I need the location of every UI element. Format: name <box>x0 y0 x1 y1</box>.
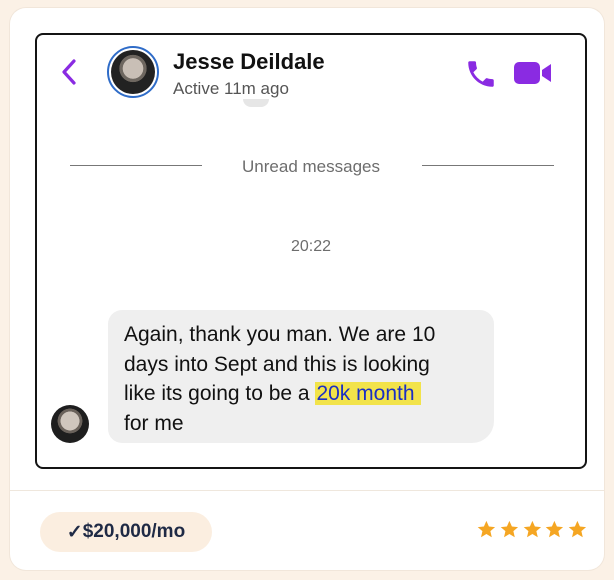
message-timestamp: 20:22 <box>290 238 332 255</box>
message-line: days into Sept and this is looking <box>124 352 430 376</box>
avatar[interactable] <box>107 46 159 98</box>
chevron-left-icon[interactable] <box>58 59 80 85</box>
previous-message-edge <box>243 99 269 107</box>
star-rating <box>476 519 588 541</box>
star-icon <box>523 520 541 538</box>
earnings-badge: ✓ $20,000/mo <box>40 512 212 552</box>
phone-icon[interactable] <box>464 57 498 91</box>
message-line: for me <box>124 411 184 435</box>
message-text: like its going to be a <box>124 382 316 405</box>
star-icon <box>500 520 518 538</box>
sender-avatar <box>51 405 89 443</box>
video-camera-icon[interactable] <box>513 59 553 87</box>
contact-name: Jesse Deildale <box>173 49 325 74</box>
star-icon <box>546 520 564 538</box>
check-icon: ✓ <box>66 521 83 543</box>
chat-screenshot: Jesse Deildale Active 11m ago Unread mes… <box>35 33 587 469</box>
message-line: Again, thank you man. We are 10 <box>124 323 436 346</box>
message-bubble: Again, thank you man. We are 10 days int… <box>108 310 494 443</box>
footer-divider <box>10 490 604 491</box>
divider-line-right <box>422 165 554 166</box>
star-icon <box>568 520 587 538</box>
chat-header: Jesse Deildale Active 11m ago <box>37 35 585 110</box>
testimonial-card: Jesse Deildale Active 11m ago Unread mes… <box>10 8 604 570</box>
highlighted-text: 20k month <box>315 382 421 405</box>
earnings-amount: $20,000/mo <box>82 521 186 542</box>
message-line: like its going to be a 20k month <box>124 379 478 409</box>
active-status: Active 11m ago <box>173 79 289 98</box>
unread-divider-label: Unread messages <box>242 157 380 176</box>
star-icon <box>477 520 496 538</box>
